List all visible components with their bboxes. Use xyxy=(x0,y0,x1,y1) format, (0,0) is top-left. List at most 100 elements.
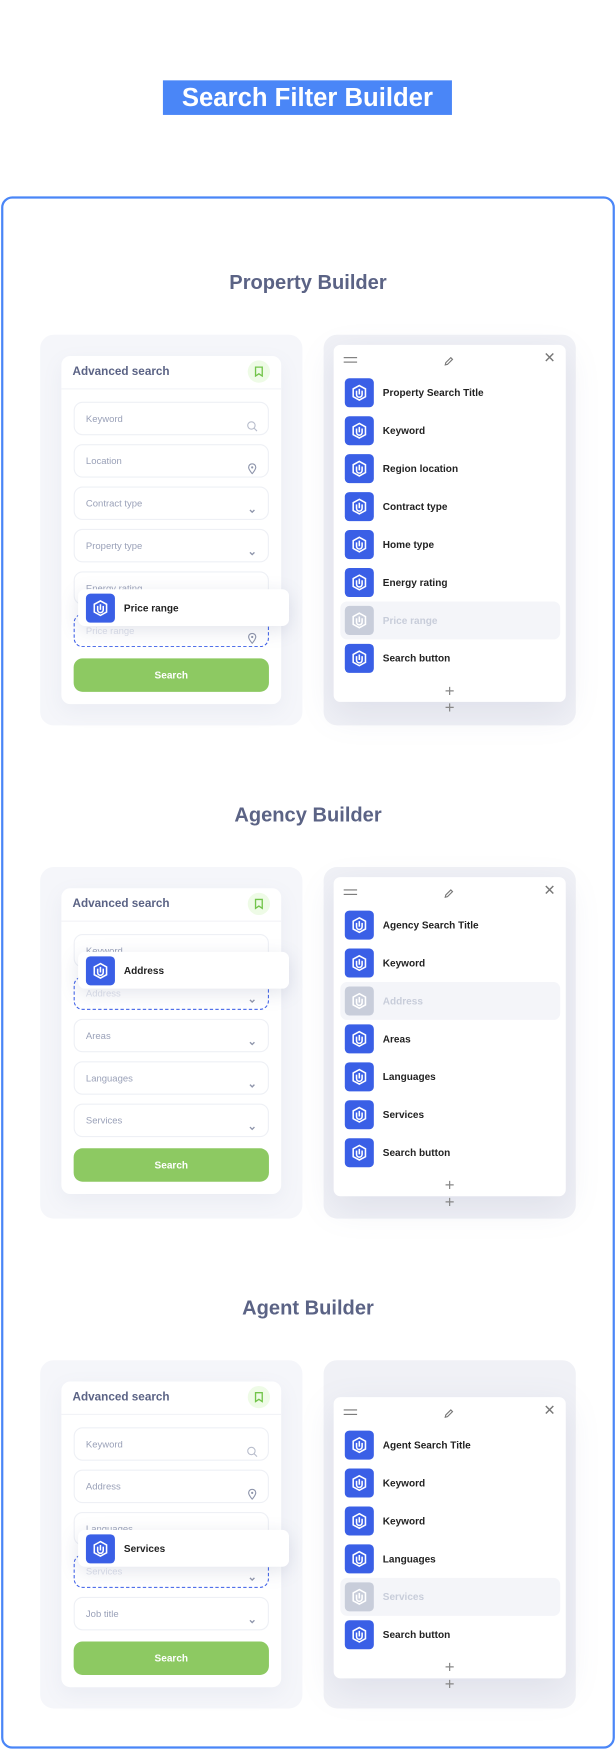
add-block-button[interactable]: + xyxy=(324,1193,576,1212)
drag-handle-icon[interactable] xyxy=(343,889,358,895)
search-button[interactable]: Search xyxy=(73,1148,269,1182)
add-block-button[interactable]: + xyxy=(324,699,576,718)
form-field[interactable]: Contract type xyxy=(73,486,269,521)
bookmark-icon xyxy=(254,366,263,378)
close-icon[interactable]: ✕ xyxy=(544,350,556,365)
chevron-down-icon xyxy=(247,1115,258,1131)
section-heading: Agent Builder xyxy=(242,1296,374,1319)
form-preview-panel: Advanced search Keyword Address Languages Se… xyxy=(40,1360,303,1709)
builder-item[interactable]: Areas xyxy=(336,1020,560,1058)
drag-handle-icon[interactable] xyxy=(343,1409,358,1415)
search-button[interactable]: Search xyxy=(73,1641,269,1675)
builder-item[interactable]: Languages xyxy=(336,1540,560,1578)
builder-item-label: Price range xyxy=(382,614,438,627)
bookmark-button[interactable] xyxy=(247,1385,271,1409)
field-block-icon xyxy=(344,1024,374,1054)
close-icon[interactable]: ✕ xyxy=(544,883,556,898)
drag-handle-icon[interactable] xyxy=(343,357,358,363)
builder-item[interactable]: Services xyxy=(336,1096,560,1134)
builder-card: ✕ Property Search Title Keyword Region loca… xyxy=(333,344,566,702)
builder-card: ✕ Agency Search Title Keyword Address Areas L… xyxy=(333,877,566,1197)
builder-item-label: Areas xyxy=(382,1033,411,1045)
chevron-down-icon xyxy=(247,988,258,1004)
builder-item[interactable]: Search button xyxy=(336,639,560,677)
builder-item[interactable]: Energy rating xyxy=(336,564,560,602)
form-field[interactable]: Location xyxy=(73,444,269,478)
location-pin-icon xyxy=(247,455,258,475)
dragged-field[interactable]: Address xyxy=(78,951,290,989)
bookmark-button[interactable] xyxy=(247,892,271,916)
close-icon[interactable]: ✕ xyxy=(544,1403,556,1418)
advanced-search-card: Advanced search Keyword Location Contract t… xyxy=(61,355,282,705)
builder-item[interactable]: Property Search Title xyxy=(336,374,560,412)
builder-item[interactable]: Contract type xyxy=(336,488,560,526)
builder-card: ✕ Agent Search Title Keyword Keyword Languag… xyxy=(333,1397,566,1679)
chevron-down-icon xyxy=(247,1072,258,1088)
builder-item-label: Agency Search Title xyxy=(382,919,479,931)
dragged-field[interactable]: Price range xyxy=(78,589,290,627)
bookmark-button[interactable] xyxy=(247,360,271,383)
form-field[interactable]: Keyword xyxy=(73,401,269,436)
section-heading: Property Builder xyxy=(229,271,387,294)
builder-item[interactable]: Keyword xyxy=(336,944,560,982)
field-block-icon xyxy=(344,1506,374,1536)
form-fields: Keyword Location Contract type Property typ… xyxy=(61,389,281,704)
builder-item[interactable]: Home type xyxy=(336,526,560,564)
form-field[interactable]: Services xyxy=(73,1103,269,1138)
chevron-down-icon xyxy=(247,498,258,514)
builder-item[interactable]: Languages xyxy=(336,1058,560,1096)
builder-item-label: Keyword xyxy=(382,1515,426,1527)
builder-panel: ✕ Agent Search Title Keyword Keyword Languag… xyxy=(323,1360,576,1709)
edit-pencil-icon[interactable] xyxy=(443,885,454,905)
builder-item[interactable]: Price range xyxy=(340,601,561,640)
chevron-down-icon xyxy=(247,1566,258,1582)
builder-item-label: Keyword xyxy=(382,425,426,437)
stage: Search Filter Builder Property Builder Ad… xyxy=(0,0,616,1750)
builder-item-label: Agent Search Title xyxy=(382,1439,471,1451)
form-field[interactable]: Property type xyxy=(73,528,269,563)
chevron-down-icon xyxy=(247,1030,258,1046)
field-block-icon xyxy=(85,1533,115,1563)
location-pin-icon xyxy=(247,1481,258,1501)
chevron-down-icon xyxy=(247,1608,258,1624)
field-block-icon xyxy=(344,567,374,598)
builder-item[interactable]: Keyword xyxy=(336,412,560,450)
form-field[interactable]: Areas xyxy=(73,1018,269,1053)
search-button[interactable]: Search xyxy=(73,658,269,692)
builder-item-label: Search button xyxy=(382,1147,451,1159)
builder-item[interactable]: Address xyxy=(340,981,561,1020)
builder-item-label: Energy rating xyxy=(382,576,448,589)
field-block-icon xyxy=(344,530,374,560)
builder-item[interactable]: Search button xyxy=(336,1616,560,1654)
builder-item-label: Languages xyxy=(382,1553,436,1565)
builder-item[interactable]: Services xyxy=(340,1577,561,1616)
builder-item[interactable]: Keyword xyxy=(336,1464,560,1502)
add-block-button[interactable]: + xyxy=(324,1675,576,1694)
builder-item[interactable]: Search button xyxy=(336,1134,560,1172)
builder-item-label: Property Search Title xyxy=(382,387,484,399)
builder-item[interactable]: Keyword xyxy=(336,1502,560,1540)
card-title: Advanced search xyxy=(72,364,170,379)
builder-panel: ✕ Property Search Title Keyword Region loca… xyxy=(323,334,576,726)
field-block-icon xyxy=(85,955,115,985)
field-block-icon xyxy=(344,1620,374,1650)
field-block-icon xyxy=(344,378,374,408)
edit-pencil-icon[interactable] xyxy=(443,353,454,373)
builder-item-label: Address xyxy=(382,995,423,1007)
dragged-field-label: Services xyxy=(123,1542,166,1554)
edit-pencil-icon[interactable] xyxy=(443,1405,454,1425)
form-field[interactable]: Languages xyxy=(73,1061,269,1095)
builder-item-label: Home type xyxy=(382,538,435,551)
bookmark-icon xyxy=(254,1391,263,1403)
builder-item-label: Services xyxy=(382,1591,425,1603)
card-title: Advanced search xyxy=(72,897,170,911)
builder-item[interactable]: Agent Search Title xyxy=(336,1426,560,1464)
dragged-field[interactable]: Services xyxy=(78,1529,290,1567)
field-block-icon xyxy=(344,1582,374,1612)
builder-item[interactable]: Region location xyxy=(336,450,560,488)
form-field[interactable]: Job title xyxy=(73,1596,269,1631)
form-field[interactable]: Address xyxy=(73,1469,269,1504)
form-field[interactable]: Keyword xyxy=(73,1427,269,1461)
field-block-icon xyxy=(344,1138,374,1168)
builder-item[interactable]: Agency Search Title xyxy=(336,906,560,944)
